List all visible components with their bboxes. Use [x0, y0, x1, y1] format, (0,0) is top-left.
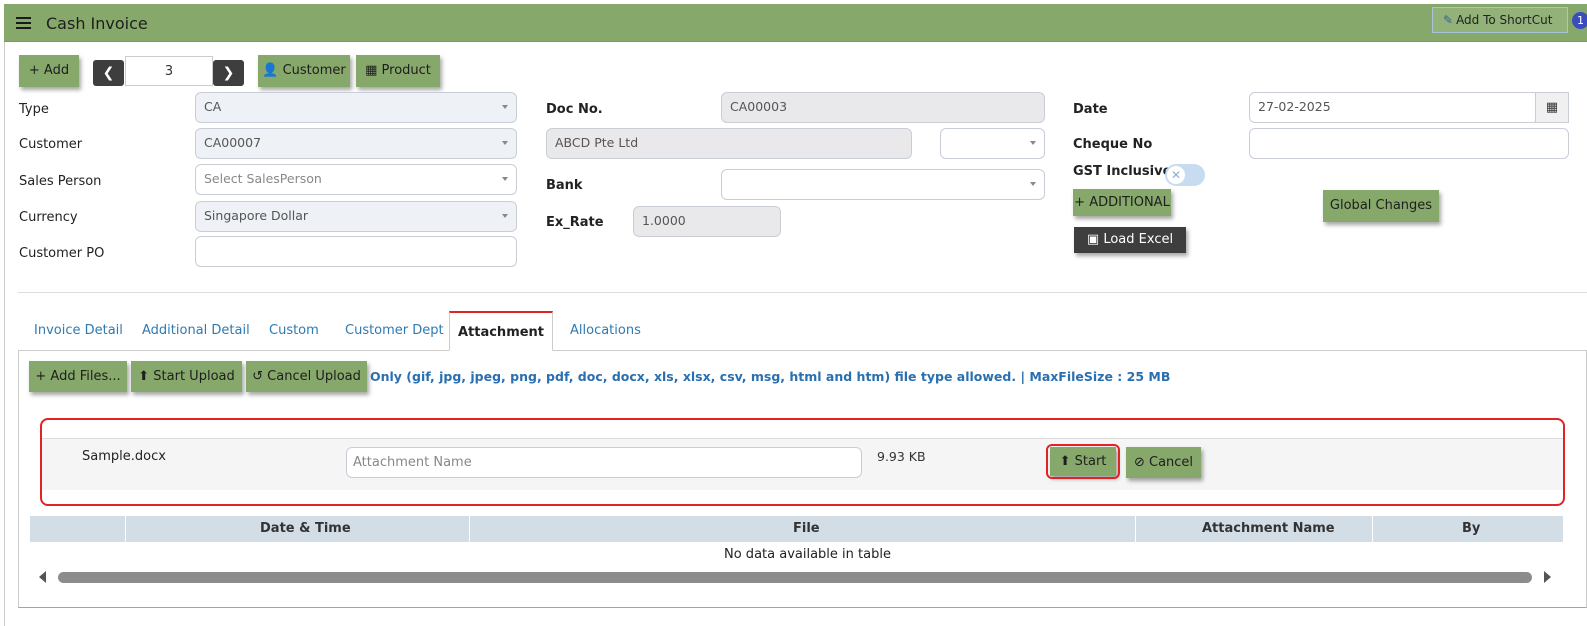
attachments-table-header: Date & Time File Attachment Name By	[30, 516, 1563, 542]
date-input[interactable]: 27-02-2025	[1249, 92, 1539, 123]
start-upload-button[interactable]: ⬆ Start Upload	[131, 361, 242, 392]
add-to-shortcut-label: Add To ShortCut	[1456, 13, 1553, 27]
customer-button-label: Customer	[282, 63, 346, 78]
caret-down-icon	[1030, 141, 1036, 145]
load-excel-label: Load Excel	[1103, 232, 1174, 247]
cancel-button[interactable]: ⊘ Cancel	[1126, 447, 1201, 478]
add-files-button[interactable]: + Add Files...	[29, 361, 127, 392]
bank-select[interactable]	[721, 169, 1045, 200]
load-excel-button[interactable]: ▣ Load Excel	[1074, 227, 1186, 253]
product-button[interactable]: ▦ Product	[356, 55, 440, 87]
user-icon: 👤	[262, 63, 279, 78]
file-type-note: Only (gif, jpg, jpeg, png, pdf, doc, doc…	[370, 369, 1171, 384]
currency-select[interactable]: Singapore Dollar	[195, 201, 517, 232]
cheque-no-label: Cheque No	[1073, 137, 1153, 152]
type-select[interactable]: CA	[195, 92, 517, 123]
calendar-icon[interactable]: ▦	[1535, 92, 1569, 123]
customer-name-input: ABCD Pte Ltd	[546, 128, 912, 159]
ex-rate-label: Ex_Rate	[546, 215, 604, 230]
customer-po-input[interactable]	[195, 236, 517, 267]
currency-label: Currency	[19, 210, 78, 225]
doc-no-input: CA00003	[721, 92, 1045, 123]
attachment-name-input[interactable]: Attachment Name	[346, 447, 862, 478]
customer-po-label: Customer PO	[19, 246, 105, 261]
caret-down-icon	[1030, 182, 1036, 186]
add-button[interactable]: + Add	[19, 55, 79, 87]
file-size: 9.93 KB	[877, 449, 926, 464]
tab-custom[interactable]: Custom	[269, 311, 319, 351]
record-number-input[interactable]: 3	[125, 56, 213, 86]
pin-icon: ✎	[1443, 13, 1454, 27]
horizontal-scrollbar[interactable]	[30, 568, 1563, 588]
date-label: Date	[1073, 102, 1108, 117]
customer-select[interactable]: CA00007	[195, 128, 517, 159]
column-date-time[interactable]: Date & Time	[260, 521, 351, 536]
gst-inclusive-label: GST Inclusive	[1073, 164, 1172, 179]
tab-customer-dept[interactable]: Customer Dept	[345, 311, 444, 351]
customer-value: CA00007	[204, 135, 262, 150]
currency-value: Singapore Dollar	[204, 208, 309, 223]
add-to-shortcut-button[interactable]: ✎ Add To ShortCut	[1432, 7, 1568, 33]
gift-icon: ▦	[365, 63, 378, 78]
column-file[interactable]: File	[793, 521, 820, 536]
ban-icon: ⊘	[1133, 455, 1145, 470]
tab-invoice-detail[interactable]: Invoice Detail	[34, 311, 123, 351]
tab-bar: Invoice Detail Additional Detail Custom …	[18, 311, 1587, 351]
caret-down-icon	[502, 177, 508, 181]
tab-attachment[interactable]: Attachment	[449, 311, 553, 351]
type-label: Type	[19, 102, 49, 117]
menu-icon[interactable]	[16, 17, 31, 29]
global-changes-button[interactable]: Global Changes	[1323, 190, 1439, 222]
ex-rate-input: 1.0000	[633, 206, 781, 237]
header-bar: Cash Invoice	[4, 4, 1587, 42]
additional-button[interactable]: + ADDITIONAL	[1073, 189, 1171, 216]
empty-table-message: No data available in table	[724, 547, 891, 562]
type-value: CA	[204, 99, 222, 114]
next-record-button[interactable]: ❯	[213, 60, 244, 86]
scrollbar-thumb[interactable]	[58, 572, 1532, 583]
upload-icon: ⬆	[138, 369, 150, 384]
gst-inclusive-toggle[interactable]: ✕	[1165, 164, 1205, 186]
cancel-upload-label: Cancel Upload	[267, 369, 361, 384]
caret-down-icon	[502, 214, 508, 218]
scroll-right-icon[interactable]	[1544, 571, 1551, 583]
customer-button[interactable]: 👤 Customer	[258, 55, 350, 87]
left-border	[4, 42, 5, 626]
cheque-no-input[interactable]	[1249, 128, 1569, 159]
cancel-label: Cancel	[1149, 455, 1194, 470]
sales-person-placeholder: Select SalesPerson	[204, 171, 322, 186]
caret-down-icon	[502, 141, 508, 145]
chevron-right-icon: ❯	[222, 65, 235, 81]
excel-file-icon: ▣	[1086, 232, 1100, 247]
prev-record-button[interactable]: ❮	[93, 60, 124, 86]
product-button-label: Product	[381, 63, 431, 78]
divider	[18, 292, 1587, 293]
sales-person-label: Sales Person	[19, 174, 102, 189]
file-name: Sample.docx	[82, 449, 166, 464]
doc-no-label: Doc No.	[546, 102, 603, 117]
cancel-upload-button[interactable]: ↺ Cancel Upload	[246, 361, 367, 392]
notification-badge: 1	[1572, 12, 1587, 29]
bank-label: Bank	[546, 178, 583, 193]
tab-additional-detail[interactable]: Additional Detail	[142, 311, 250, 351]
scroll-left-icon[interactable]	[39, 571, 46, 583]
start-highlight	[1046, 444, 1120, 479]
customer-extra-select[interactable]	[940, 128, 1045, 159]
start-upload-label: Start Upload	[153, 369, 235, 384]
customer-label: Customer	[19, 137, 83, 152]
tab-allocations[interactable]: Allocations	[570, 311, 641, 351]
undo-icon: ↺	[252, 369, 264, 384]
column-by[interactable]: By	[1462, 521, 1480, 536]
caret-down-icon	[502, 105, 508, 109]
close-icon: ✕	[1167, 166, 1185, 184]
chevron-left-icon: ❮	[102, 65, 115, 81]
sales-person-select[interactable]: Select SalesPerson	[195, 164, 517, 195]
page-title: Cash Invoice	[46, 14, 148, 33]
column-attachment-name[interactable]: Attachment Name	[1202, 521, 1335, 536]
